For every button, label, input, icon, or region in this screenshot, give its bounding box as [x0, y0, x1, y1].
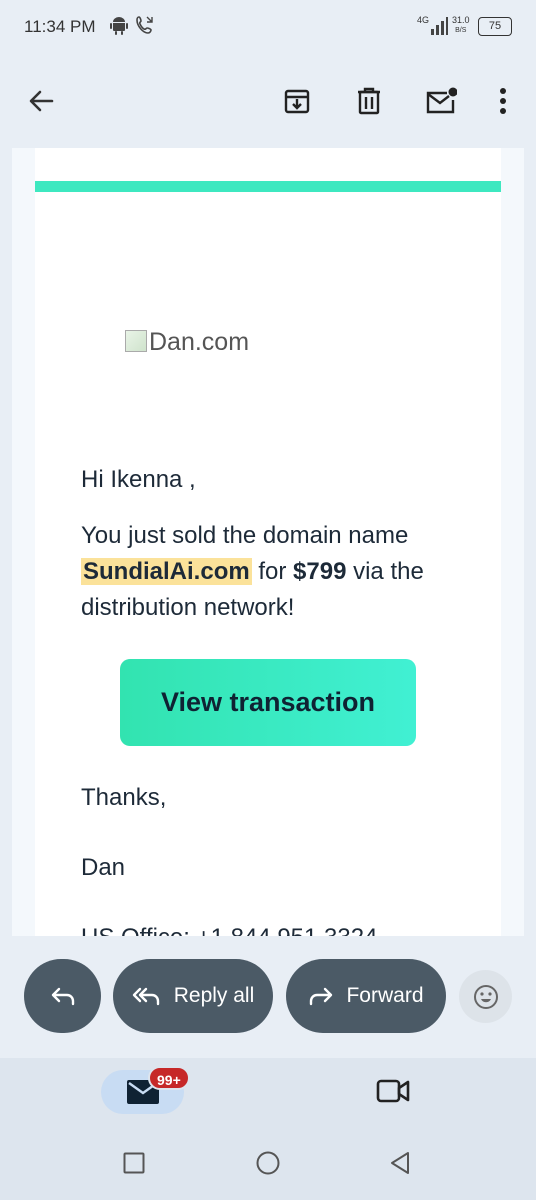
- forward-button[interactable]: Forward: [286, 959, 446, 1033]
- network-type: 4G: [417, 15, 430, 25]
- dan-logo-image: Dan.com: [125, 328, 249, 357]
- office-phone: US Office: +1 844 951 3324: [81, 924, 377, 936]
- status-time: 11:34 PM: [24, 17, 96, 36]
- circle-icon[interactable]: [256, 1151, 280, 1175]
- back-button[interactable]: [18, 78, 64, 124]
- email-content: Dan.com Hi Ikenna , You just sold the do…: [35, 148, 501, 936]
- domain-name-link[interactable]: SundialAi.com: [81, 558, 252, 585]
- archive-button[interactable]: [274, 78, 320, 124]
- more-vert-icon: [500, 88, 506, 114]
- reply-all-button[interactable]: Reply all: [113, 959, 273, 1033]
- forward-icon: [310, 987, 333, 1006]
- arrow-left-icon: [29, 90, 54, 112]
- sale-price: $799: [293, 558, 347, 585]
- greeting: Hi Ikenna ,: [81, 466, 196, 493]
- email-body[interactable]: Dan.com Hi Ikenna , You just sold the do…: [12, 148, 524, 936]
- triangle-back-icon[interactable]: [389, 1151, 411, 1175]
- accent-bar: [35, 181, 501, 192]
- message-text: You just sold the domain name SundialAi.…: [81, 522, 424, 621]
- network-speed: 31.0 B/S: [452, 15, 470, 35]
- unread-count-badge: 99+: [148, 1066, 190, 1090]
- meet-tab[interactable]: [376, 1078, 410, 1109]
- signature: Dan: [81, 854, 126, 881]
- signal-icon: [430, 17, 448, 40]
- closing-text: Thanks,: [81, 784, 167, 811]
- android-icon: [110, 15, 128, 40]
- trash-icon: [358, 87, 380, 115]
- battery-indicator: 75: [478, 17, 512, 36]
- square-icon[interactable]: [123, 1152, 145, 1174]
- status-bar: 11:34 PM 4G 31.0 B/S 75: [0, 0, 536, 56]
- reply-actions: Reply all Forward: [0, 958, 536, 1034]
- video-icon: [376, 1079, 410, 1103]
- emoji-reaction-button[interactable]: [459, 970, 512, 1023]
- emoji-icon: [473, 984, 498, 1009]
- email-toolbar: [0, 72, 536, 130]
- forward-label: Forward: [346, 984, 424, 1007]
- reply-button[interactable]: [24, 959, 101, 1033]
- delete-button[interactable]: [346, 78, 392, 124]
- more-options-button[interactable]: [480, 78, 526, 124]
- mark-unread-button[interactable]: [418, 78, 464, 124]
- logo-alt-text: Dan.com: [149, 328, 250, 356]
- reply-all-icon: [132, 987, 159, 1006]
- reply-icon: [51, 987, 74, 1006]
- archive-icon: [284, 89, 310, 114]
- reply-all-label: Reply all: [173, 984, 255, 1007]
- bottom-navigation: 99+: [0, 1058, 536, 1200]
- broken-image-icon: [125, 329, 147, 352]
- system-navigation: [0, 1148, 536, 1178]
- view-transaction-button[interactable]: View transaction: [120, 659, 416, 746]
- call-forward-icon: [136, 15, 154, 40]
- mail-dot-icon: [426, 87, 457, 114]
